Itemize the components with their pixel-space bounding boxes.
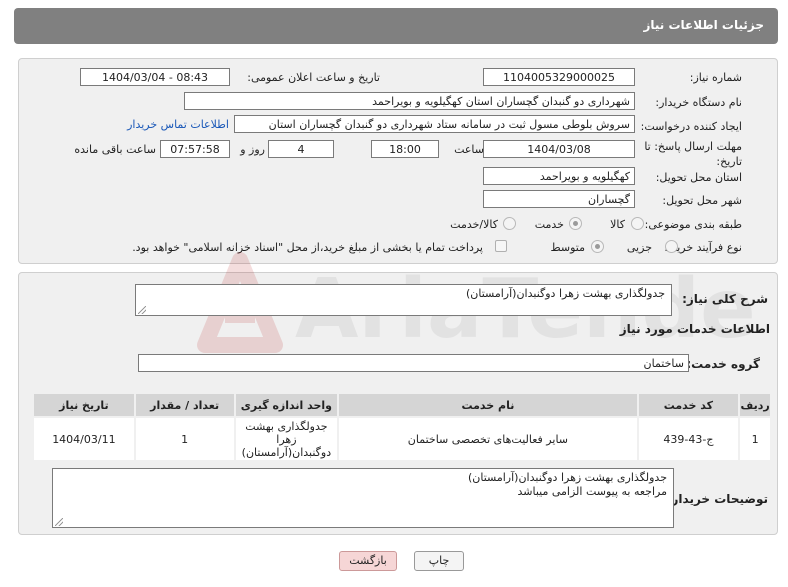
need-number-field: 1104005329000025 [483, 68, 635, 86]
contact-buyer-link[interactable]: اطلاعات تماس خریدار [127, 118, 229, 131]
cell-row: 1 [740, 418, 770, 460]
cell-unit: جدولگذاری بهشت زهرا دوگنبدان(آرامستان) [235, 418, 338, 460]
table-row: 1 ج-43-439 سایر فعالیت‌های تخصصی ساختمان… [34, 418, 770, 460]
buyer-org-field: شهرداری دو گنبدان گچساران استان کهگیلویه… [184, 92, 635, 110]
buyer-notes-line-2: مراجعه به پیوست الزامی میباشد [517, 485, 667, 498]
remaining-time-label: ساعت باقی مانده [74, 143, 156, 156]
page-title: جزئیات اطلاعات نیاز [643, 18, 764, 32]
service-group-field: ساختمان [138, 354, 689, 372]
treasury-payment-checkbox[interactable] [495, 240, 507, 252]
category-goods-label: کالا [610, 218, 625, 231]
category-service-radio[interactable] [569, 217, 582, 230]
creator-label: ایجاد کننده درخواست: [640, 120, 742, 133]
process-minor-label: جزیی [626, 241, 652, 254]
days-remaining-field: 4 [268, 140, 334, 158]
page-header: جزئیات اطلاعات نیاز [14, 8, 778, 44]
announce-label: تاریخ و ساعت اعلان عمومی: [247, 71, 380, 84]
category-label: طبقه بندی موضوعی: [644, 218, 742, 231]
col-unit: واحد اندازه گیری [235, 394, 338, 416]
col-row: ردیف [740, 394, 770, 416]
col-quantity: تعداد / مقدار [135, 394, 234, 416]
col-service-code: کد خدمت [638, 394, 739, 416]
province-field: کهگیلویه و بویراحمد [483, 167, 635, 185]
description-field: جدولگذاری بهشت زهرا دوگنبدان(آرامستان) [135, 284, 672, 316]
cell-need-date: 1404/03/11 [34, 418, 134, 460]
print-button[interactable]: چاپ [414, 551, 464, 571]
cell-quantity: 1 [135, 418, 234, 460]
description-text: جدولگذاری بهشت زهرا دوگنبدان(آرامستان) [466, 287, 665, 300]
buyer-notes-field: جدولگذاری بهشت زهرا دوگنبدان(آرامستان) م… [52, 468, 674, 528]
city-field: گچساران [483, 190, 635, 208]
resize-grip-icon[interactable] [55, 518, 63, 526]
col-need-date: تاریخ نیاز [34, 394, 134, 416]
city-label: شهر محل تحویل: [662, 194, 742, 207]
deadline-label: مهلت ارسال پاسخ: تا تاریخ: [644, 140, 742, 168]
services-section-title: اطلاعات خدمات مورد نیاز [619, 322, 770, 336]
remaining-time-field: 07:57:58 [160, 140, 230, 158]
deadline-time-field: 18:00 [371, 140, 439, 158]
cell-service-code: ج-43-439 [638, 418, 739, 460]
resize-grip-icon[interactable] [138, 306, 146, 314]
process-medium-label: متوسط [550, 241, 585, 254]
treasury-payment-note: پرداخت تمام یا بخشی از مبلغ خرید،از محل … [132, 241, 483, 254]
deadline-date-field: 1404/03/08 [483, 140, 635, 158]
days-label: روز و [240, 143, 265, 156]
col-service-name: نام خدمت [339, 394, 637, 416]
process-minor-radio[interactable] [665, 240, 678, 253]
process-medium-radio[interactable] [591, 240, 604, 253]
category-service-label: خدمت [534, 218, 564, 231]
category-goods-service-radio[interactable] [503, 217, 516, 230]
buyer-notes-label: توضیحات خریدار: [666, 492, 768, 506]
need-number-label: شماره نیاز: [689, 71, 742, 84]
province-label: استان محل تحویل: [655, 171, 742, 184]
buyer-notes-line-1: جدولگذاری بهشت زهرا دوگنبدان(آرامستان) [468, 471, 667, 484]
announce-field: 1404/03/04 - 08:43 [80, 68, 230, 86]
cell-service-name: سایر فعالیت‌های تخصصی ساختمان [339, 418, 637, 460]
back-button[interactable]: بازگشت [339, 551, 397, 571]
creator-field: سروش بلوطی مسول ثبت در سامانه ستاد شهردا… [234, 115, 635, 133]
buyer-org-label: نام دستگاه خریدار: [655, 96, 742, 109]
category-goods-service-label: کالا/خدمت [450, 218, 498, 231]
description-label: شرح کلی نیاز: [682, 292, 768, 306]
services-table: ردیف کد خدمت نام خدمت واحد اندازه گیری ت… [32, 392, 772, 462]
category-goods-radio[interactable] [631, 217, 644, 230]
deadline-time-label: ساعت [454, 143, 484, 156]
service-group-label: گروه خدمت: [686, 357, 760, 371]
services-table-header: ردیف کد خدمت نام خدمت واحد اندازه گیری ت… [34, 394, 770, 416]
